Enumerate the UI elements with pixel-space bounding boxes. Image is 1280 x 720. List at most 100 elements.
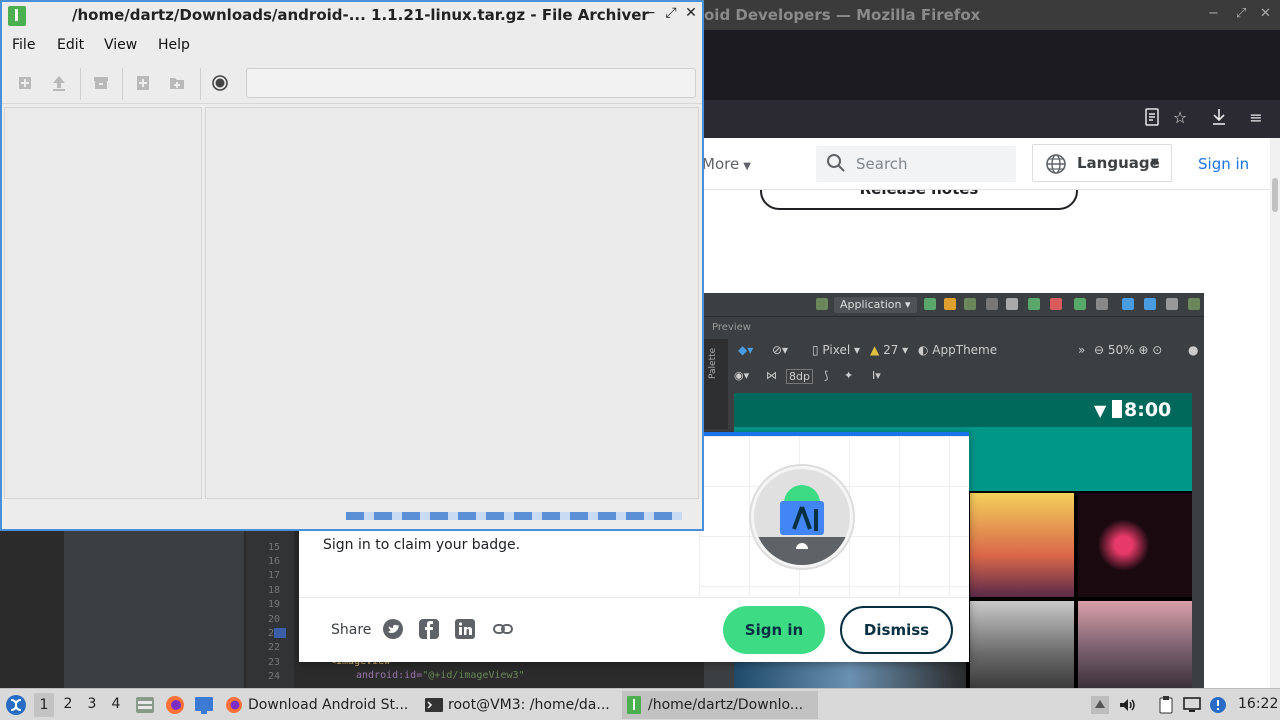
share-label: Share xyxy=(331,622,372,638)
search-icon xyxy=(1166,298,1178,310)
toolbar-separator xyxy=(122,68,123,100)
file-archiver-window: /home/dartz/Downloads/android-... 1.1.21… xyxy=(0,0,704,531)
new-archive-icon[interactable] xyxy=(16,74,34,92)
globe-icon xyxy=(1046,154,1066,174)
task-file-archiver[interactable]: /home/dartz/Downlo... xyxy=(622,691,818,719)
device-dropdown: ▯ Pixel ▾ xyxy=(812,343,861,357)
menu-edit[interactable]: Edit xyxy=(57,37,84,53)
archive-properties-icon[interactable] xyxy=(92,74,110,92)
downloads-icon[interactable] xyxy=(1209,108,1229,128)
badge-dismiss-button[interactable]: Dismiss xyxy=(840,606,953,654)
line-number-gutter: 15 16 17 18 19 20 21 22 23 24 xyxy=(246,530,294,688)
apply-changes-icon xyxy=(944,298,956,310)
nav-more-menu[interactable]: More ▼ xyxy=(704,155,751,173)
folder-tree-pane[interactable] xyxy=(4,107,202,499)
battery-icon xyxy=(1112,400,1122,418)
search-input[interactable] xyxy=(856,152,1006,176)
preview-toolbar-row2: ◉▾ ⋈ 8dp ⟆ ✦ I▾ xyxy=(728,365,1204,389)
linkedin-icon[interactable] xyxy=(454,618,476,640)
code-id-line: android:id="@+id/imageView3" xyxy=(356,670,525,681)
display-icon[interactable] xyxy=(1182,695,1202,715)
menu-file[interactable]: File xyxy=(12,37,35,53)
taskbar: 1 2 3 4 Download Android St... root@VM3:… xyxy=(0,688,1280,720)
photo-mountains xyxy=(970,601,1074,688)
terminal-icon xyxy=(425,698,443,712)
badge-accent-line xyxy=(699,432,969,436)
photo-bokeh xyxy=(1078,493,1192,597)
file-manager-launcher-icon[interactable] xyxy=(134,694,156,716)
layout-inspector-icon xyxy=(1144,298,1156,310)
archiver-titlebar[interactable]: /home/dartz/Downloads/android-... 1.1.21… xyxy=(2,2,702,30)
palette-tab: Palette xyxy=(704,339,728,429)
reader-view-icon[interactable] xyxy=(1142,108,1162,128)
caret-down-icon: ▼ xyxy=(743,161,751,172)
site-header: More▼ Language ▼ Sign in xyxy=(704,138,1270,190)
clipboard-icon[interactable] xyxy=(1156,695,1176,715)
workspace-1[interactable]: 1 xyxy=(34,693,54,717)
sync-icon xyxy=(1074,298,1086,310)
task-label: Download Android St... xyxy=(248,697,409,713)
desktop-launcher-icon[interactable] xyxy=(193,694,215,716)
bookmark-star-icon[interactable]: ☆ xyxy=(1170,108,1190,128)
as-toolbar: Application ▾ xyxy=(704,293,1204,317)
add-files-icon[interactable] xyxy=(134,74,152,92)
link-icon[interactable] xyxy=(492,618,514,640)
location-field[interactable] xyxy=(246,68,696,98)
clock: 16:22 xyxy=(1238,696,1279,712)
caret-down-icon: ▼ xyxy=(1151,157,1159,168)
run-config-dropdown: Application ▾ xyxy=(834,297,917,313)
extract-icon[interactable] xyxy=(50,74,68,92)
scrollbar-thumb[interactable] xyxy=(1272,178,1278,212)
twitter-icon[interactable] xyxy=(382,618,404,640)
line-number: 18 xyxy=(267,585,280,596)
start-menu-icon[interactable] xyxy=(4,693,28,717)
site-search[interactable] xyxy=(816,146,1016,182)
task-terminal[interactable]: root@VM3: /home/da... xyxy=(422,691,618,719)
facebook-icon[interactable] xyxy=(418,618,440,640)
maximize-icon[interactable]: ⤢ xyxy=(1236,6,1246,21)
zoom-controls: ⊖ 50% ⊕ ⊙ xyxy=(1094,343,1163,357)
firefox-icon xyxy=(226,697,242,713)
menu-hamburger-icon[interactable]: ≡ xyxy=(1246,108,1266,128)
menu-view[interactable]: View xyxy=(104,37,137,53)
coverage-icon xyxy=(986,298,998,310)
volume-icon[interactable] xyxy=(1117,695,1137,715)
device-label: Pixel xyxy=(822,343,851,357)
archive-app-icon xyxy=(627,696,641,714)
divider xyxy=(299,597,969,598)
eye-icon: ◉▾ xyxy=(734,369,750,382)
workspace-4[interactable]: 4 xyxy=(106,696,126,712)
firefox-launcher-icon[interactable] xyxy=(164,694,186,716)
line-number: 17 xyxy=(267,570,280,581)
minimize-icon[interactable]: − xyxy=(642,5,658,21)
firefox-window-title: oid Developers — Mozilla Firefox xyxy=(704,6,981,24)
menu-help[interactable]: Help xyxy=(158,37,190,53)
workspace-3[interactable]: 3 xyxy=(82,696,102,712)
maximize-icon[interactable]: ⤢ xyxy=(663,5,679,21)
archiver-toolbar xyxy=(2,64,702,104)
palette-label: Palette xyxy=(708,347,718,379)
badge-signin-button[interactable]: Sign in xyxy=(723,606,825,654)
updates-icon[interactable] xyxy=(1208,695,1228,715)
file-list-pane[interactable] xyxy=(205,107,699,499)
task-label: /home/dartz/Downlo... xyxy=(648,697,804,713)
loading-progress-bar xyxy=(346,512,682,520)
workspace-2[interactable]: 2 xyxy=(58,696,78,712)
assistant-icon xyxy=(1188,298,1200,310)
language-selector[interactable]: Language ▼ xyxy=(1032,144,1172,182)
add-folder-icon[interactable] xyxy=(168,74,186,92)
preview-label: Preview xyxy=(712,322,751,333)
page-scrollbar[interactable] xyxy=(1270,138,1280,688)
stop-icon[interactable] xyxy=(211,74,229,92)
close-icon[interactable]: ✕ xyxy=(1260,6,1271,21)
line-number: 19 xyxy=(267,599,280,610)
photo-sunset xyxy=(970,493,1074,597)
run-config-label: Application xyxy=(840,298,902,311)
tray-up-arrow-icon[interactable] xyxy=(1090,695,1110,715)
header-signin-link[interactable]: Sign in xyxy=(1198,155,1249,173)
task-label: root@VM3: /home/da... xyxy=(448,697,610,713)
close-icon[interactable]: ✕ xyxy=(683,5,699,21)
build-hammer-icon xyxy=(816,298,828,310)
minimize-icon[interactable]: − xyxy=(1208,6,1219,21)
task-firefox[interactable]: Download Android St... xyxy=(222,691,418,719)
